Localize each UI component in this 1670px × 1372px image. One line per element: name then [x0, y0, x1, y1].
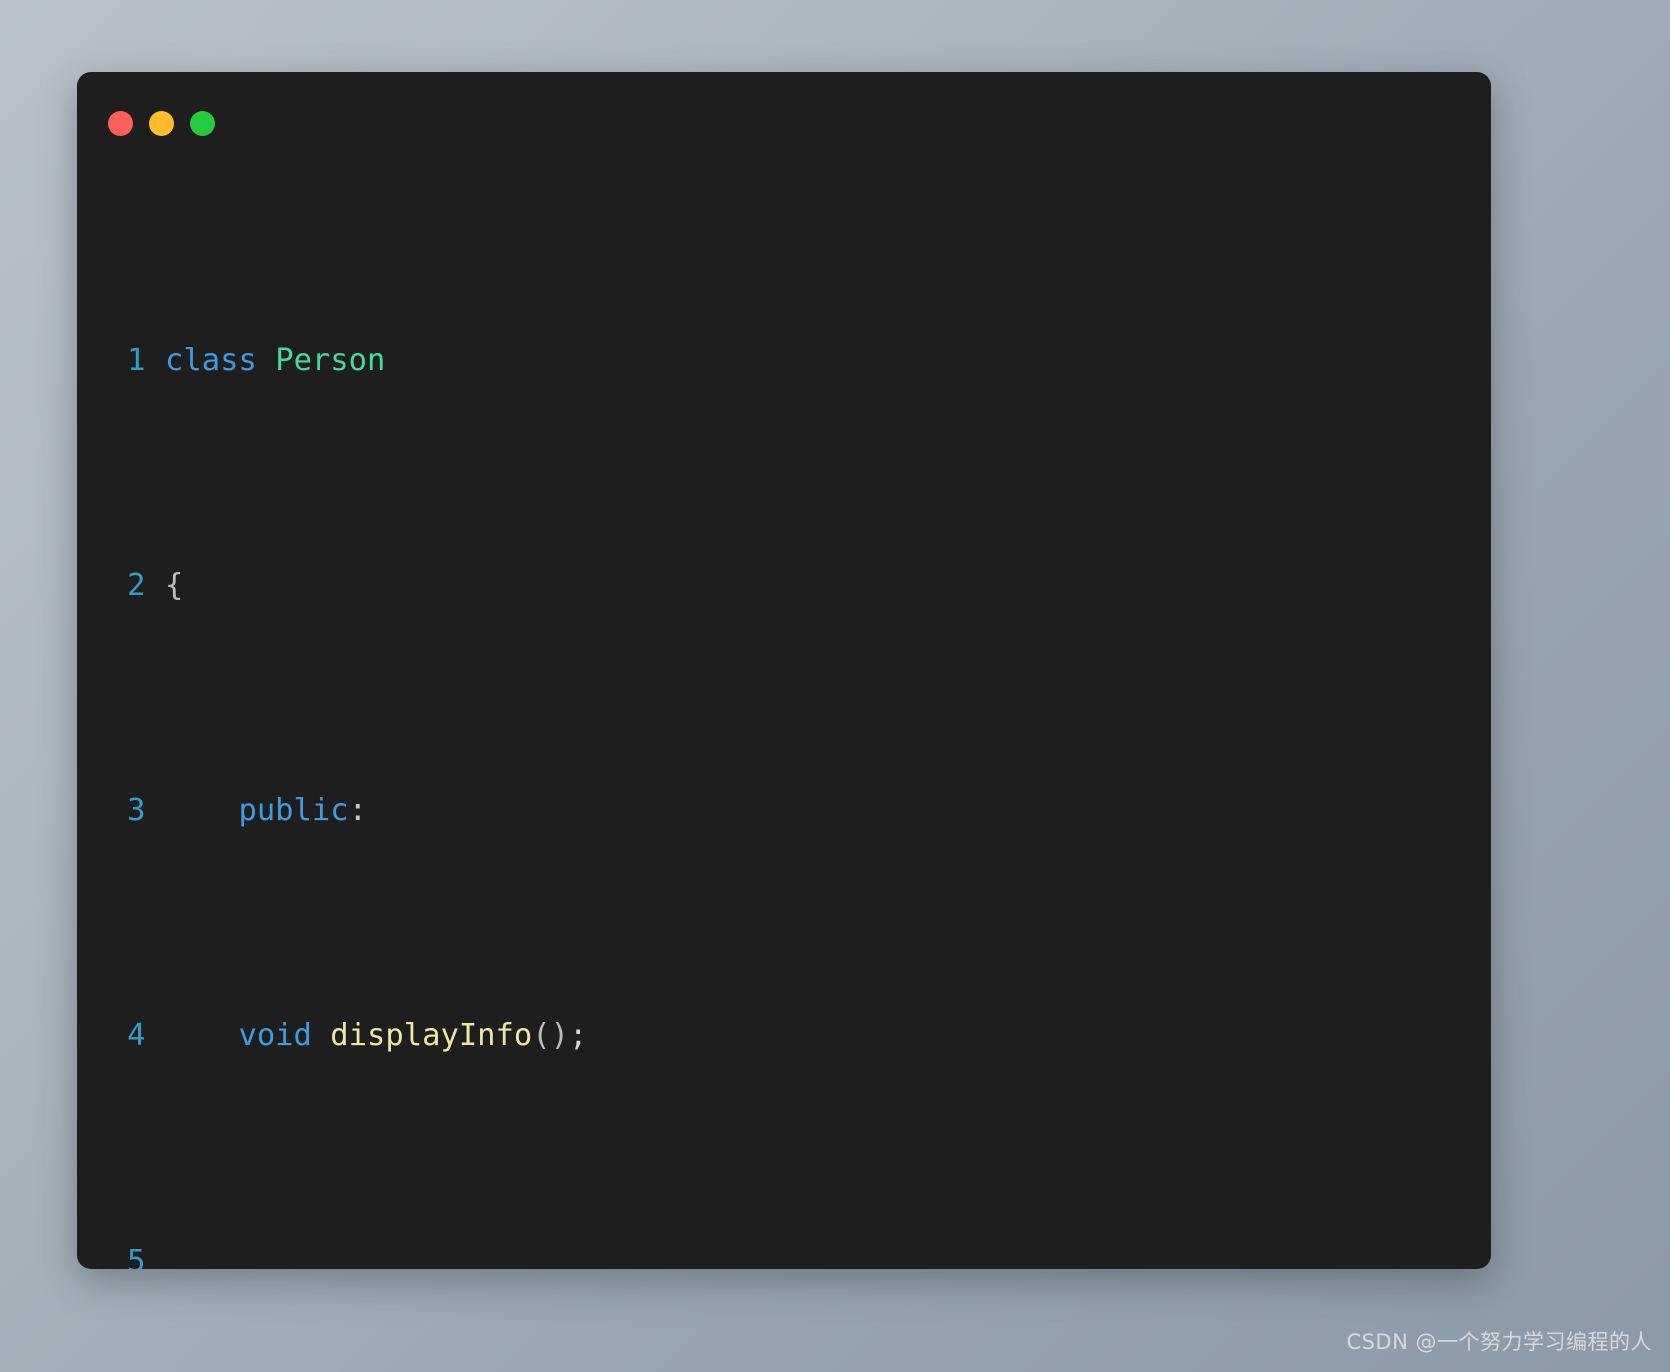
- code-line: 5: [77, 1234, 1491, 1269]
- code-block: 1 class Person 2 { 3 public: 4 void disp…: [77, 164, 1491, 1269]
- line-content[interactable]: class Person: [165, 333, 1491, 389]
- maximize-window-icon[interactable]: [190, 110, 215, 136]
- line-number: 3: [127, 793, 145, 829]
- line-number: 2: [127, 568, 145, 604]
- code-window: 1 class Person 2 { 3 public: 4 void disp…: [77, 72, 1491, 1269]
- line-content[interactable]: public:: [165, 783, 1491, 839]
- line-number: 1: [127, 342, 145, 378]
- code-line: 4 void displayInfo();: [77, 1008, 1491, 1064]
- window-controls: [77, 110, 1491, 136]
- line-content[interactable]: {: [165, 558, 1491, 614]
- line-number: 5: [127, 1243, 145, 1269]
- line-number: 4: [127, 1018, 145, 1054]
- line-content[interactable]: void displayInfo();: [165, 1008, 1491, 1064]
- code-line: 2 {: [77, 558, 1491, 614]
- minimize-window-icon[interactable]: [149, 110, 174, 136]
- close-window-icon[interactable]: [108, 110, 133, 136]
- code-line: 3 public:: [77, 783, 1491, 839]
- code-line: 1 class Person: [77, 333, 1491, 389]
- watermark: CSDN @一个努力学习编程的人: [1346, 1330, 1652, 1354]
